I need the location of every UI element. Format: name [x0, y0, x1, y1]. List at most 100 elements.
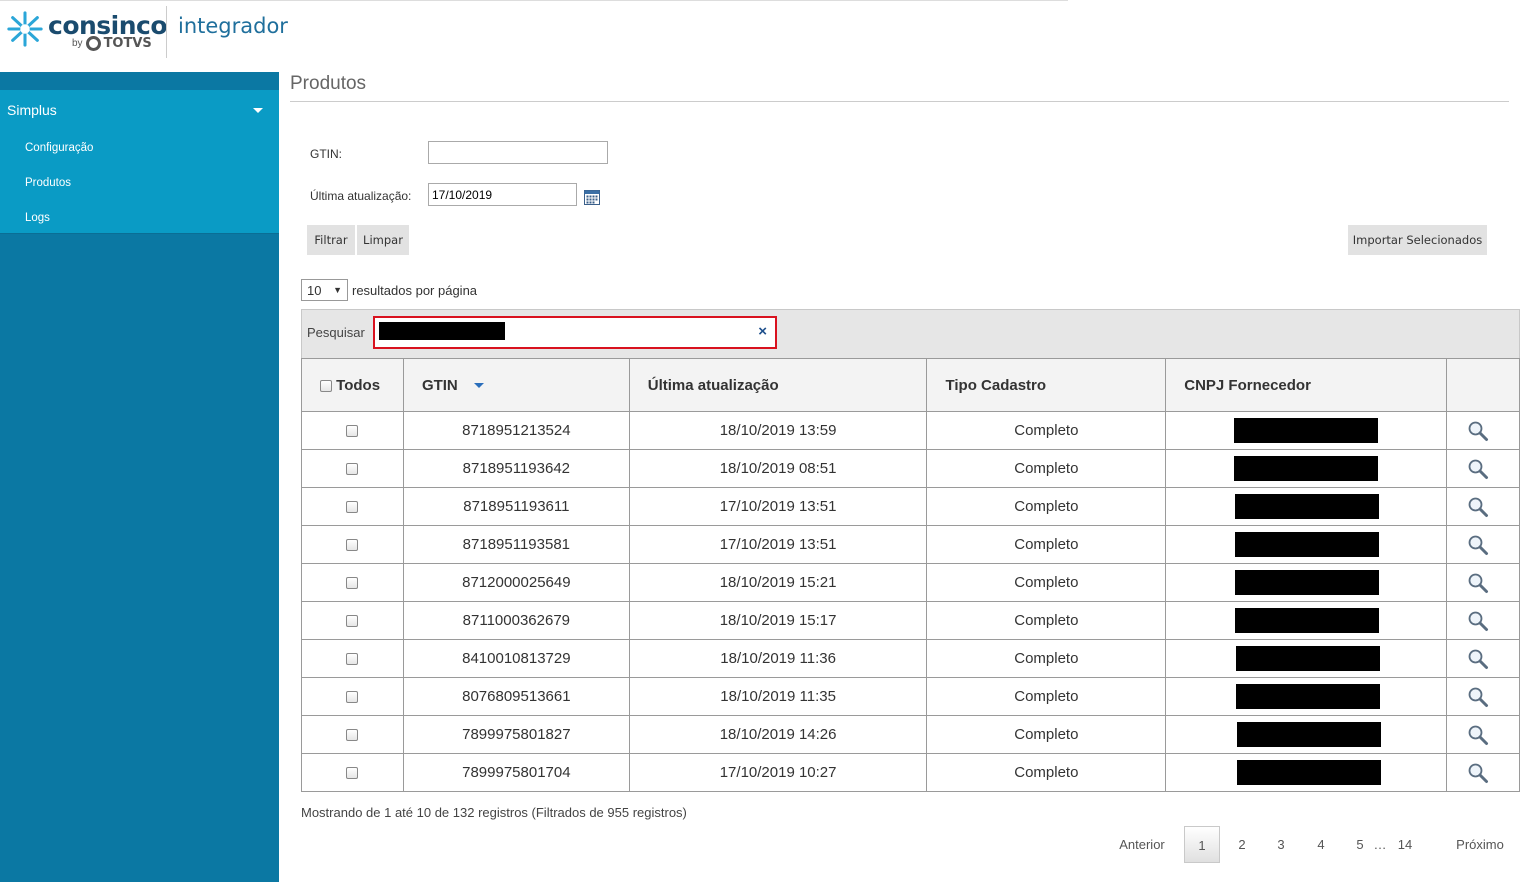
- gtin-cell: 8718951193642: [402, 449, 630, 488]
- table-row[interactable]: 8076809513661 18/10/2019 11:35 Completo: [301, 677, 1520, 716]
- magnifier-icon[interactable]: [1467, 534, 1489, 556]
- app-header: consinco by TOTVS integrador: [0, 0, 1530, 72]
- redacted-supplier: [1237, 760, 1382, 785]
- row-checkbox[interactable]: [346, 501, 359, 514]
- type-cell: Completo: [926, 639, 1167, 678]
- row-checkbox[interactable]: [346, 539, 359, 552]
- row-checkbox[interactable]: [346, 463, 359, 476]
- redacted-supplier: [1237, 722, 1382, 747]
- table-row[interactable]: 8718951193611 17/10/2019 13:51 Completo: [301, 487, 1520, 526]
- pagination-page-4[interactable]: 4: [1313, 826, 1329, 863]
- pagination-page-5[interactable]: 5: [1352, 826, 1368, 863]
- magnifier-icon[interactable]: [1467, 762, 1489, 784]
- totvs-label: TOTVS: [103, 36, 152, 51]
- action-cell: [1446, 715, 1520, 754]
- gtin-cell: 8711000362679: [402, 601, 630, 640]
- import-selected-button[interactable]: Importar Selecionados: [1348, 225, 1487, 255]
- row-checkbox[interactable]: [346, 425, 359, 438]
- updated-header-label: Última atualização: [647, 376, 779, 394]
- supplier-cell: [1165, 563, 1448, 602]
- table-row[interactable]: 8410010813729 18/10/2019 11:36 Completo: [301, 639, 1520, 678]
- sidebar-item-label: Configuração: [25, 141, 94, 154]
- row-checkbox[interactable]: [346, 577, 359, 590]
- row-checkbox[interactable]: [346, 615, 359, 628]
- magnifier-icon[interactable]: [1467, 724, 1489, 746]
- date-label: Última atualização:: [310, 189, 412, 203]
- sidebar-item-logs[interactable]: Logs: [0, 200, 279, 235]
- pagination-next[interactable]: Próximo: [1450, 826, 1510, 863]
- type-cell: Completo: [926, 487, 1167, 526]
- page-size-value: 10: [307, 282, 322, 298]
- supplier-cell: [1165, 525, 1448, 564]
- updated-cell: 18/10/2019 08:51: [628, 449, 928, 488]
- table-row[interactable]: 7899975801827 18/10/2019 14:26 Completo: [301, 715, 1520, 754]
- type-cell: Completo: [926, 449, 1167, 488]
- pagination-page-3[interactable]: 3: [1273, 826, 1289, 863]
- table-row[interactable]: 8718951193642 18/10/2019 08:51 Completo: [301, 449, 1520, 488]
- action-cell: [1446, 449, 1520, 488]
- table-row[interactable]: 8718951193581 17/10/2019 13:51 Completo: [301, 525, 1520, 564]
- calendar-icon[interactable]: [584, 189, 600, 205]
- table-row[interactable]: 8718951213524 18/10/2019 13:59 Completo: [301, 411, 1520, 450]
- updated-cell: 18/10/2019 15:21: [628, 563, 928, 602]
- clear-button[interactable]: Limpar: [357, 225, 409, 255]
- magnifier-icon[interactable]: [1467, 686, 1489, 708]
- magnifier-icon[interactable]: [1467, 496, 1489, 518]
- table-info: Mostrando de 1 até 10 de 132 registros (…: [301, 805, 687, 820]
- pagination-page-14[interactable]: 14: [1394, 826, 1416, 863]
- products-table: Todos GTIN Última atualização Tipo Cadas…: [301, 358, 1520, 792]
- row-checkbox[interactable]: [346, 729, 359, 742]
- pagination-page-2[interactable]: 2: [1234, 826, 1250, 863]
- gtin-column-header[interactable]: GTIN: [402, 358, 630, 412]
- row-checkbox[interactable]: [346, 653, 359, 666]
- clear-search-icon[interactable]: ×: [758, 323, 767, 340]
- redacted-supplier: [1235, 570, 1380, 595]
- sidebar: Simplus Configuração Produtos Logs: [0, 72, 279, 882]
- row-select-cell: [301, 525, 404, 564]
- row-checkbox[interactable]: [346, 767, 359, 780]
- updated-cell: 18/10/2019 14:26: [628, 715, 928, 754]
- table-row[interactable]: 7899975801704 17/10/2019 10:27 Completo: [301, 753, 1520, 792]
- gtin-label: GTIN:: [310, 147, 342, 161]
- logo-separator: [166, 6, 167, 58]
- updated-cell: 18/10/2019 11:35: [628, 677, 928, 716]
- magnifier-icon[interactable]: [1467, 420, 1489, 442]
- gtin-input[interactable]: [428, 141, 608, 164]
- search-input[interactable]: ×: [373, 316, 777, 349]
- pagination-page-1[interactable]: 1: [1184, 826, 1220, 863]
- redacted-supplier: [1235, 494, 1380, 519]
- sidebar-top-band: [0, 72, 279, 90]
- magnifier-icon[interactable]: [1467, 458, 1489, 480]
- page-size-select[interactable]: 10 ▼: [301, 279, 348, 301]
- table-row[interactable]: 8712000025649 18/10/2019 15:21 Completo: [301, 563, 1520, 602]
- sidebar-item-configuracao[interactable]: Configuração: [0, 130, 279, 165]
- gtin-cell: 8718951193611: [402, 487, 630, 526]
- magnifier-icon[interactable]: [1467, 572, 1489, 594]
- supplier-column-header[interactable]: CNPJ Fornecedor: [1165, 358, 1448, 412]
- select-all-checkbox[interactable]: [320, 379, 332, 392]
- type-column-header[interactable]: Tipo Cadastro: [926, 358, 1167, 412]
- updated-column-header[interactable]: Última atualização: [628, 358, 928, 412]
- totvs-icon: [85, 36, 101, 51]
- sidebar-item-label: Produtos: [25, 176, 72, 189]
- supplier-cell: [1165, 449, 1448, 488]
- supplier-cell: [1165, 715, 1448, 754]
- supplier-cell: [1165, 411, 1448, 450]
- row-checkbox[interactable]: [346, 691, 359, 704]
- updated-cell: 18/10/2019 15:17: [628, 601, 928, 640]
- table-body: 8718951213524 18/10/2019 13:59 Completo 871…: [301, 411, 1520, 792]
- table-header-row: Todos GTIN Última atualização Tipo Cadas…: [301, 358, 1520, 412]
- magnifier-icon[interactable]: [1467, 610, 1489, 632]
- supplier-cell: [1165, 753, 1448, 792]
- magnifier-icon[interactable]: [1467, 648, 1489, 670]
- action-cell: [1446, 525, 1520, 564]
- gtin-cell: 7899975801827: [402, 715, 630, 754]
- table-row[interactable]: 8711000362679 18/10/2019 15:17 Completo: [301, 601, 1520, 640]
- date-input[interactable]: [428, 183, 577, 206]
- filter-button[interactable]: Filtrar: [307, 225, 355, 255]
- sidebar-group-simplus[interactable]: Simplus: [0, 90, 279, 130]
- sidebar-item-produtos[interactable]: Produtos: [0, 165, 279, 200]
- select-all-header[interactable]: Todos: [301, 358, 404, 412]
- updated-cell: 17/10/2019 13:51: [628, 487, 928, 526]
- pagination-prev[interactable]: Anterior: [1116, 826, 1168, 863]
